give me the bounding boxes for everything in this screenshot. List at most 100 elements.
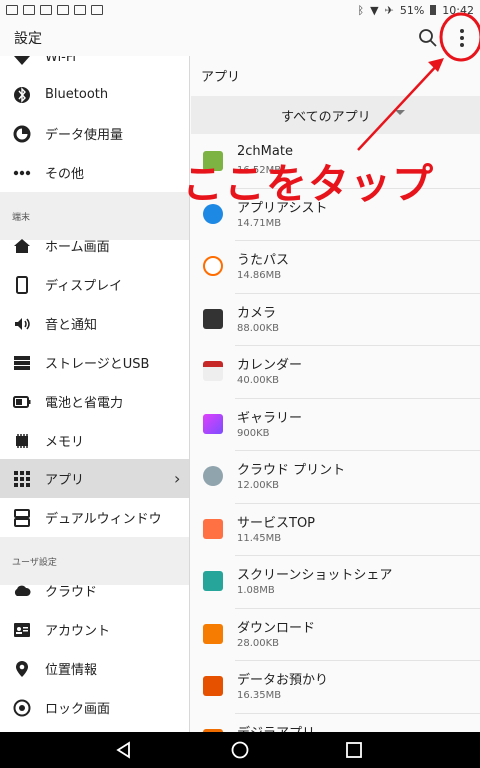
app-row[interactable]: カレンダー 40.00KB [191,346,480,399]
sidebar-item-sound[interactable]: 音と通知 [0,304,189,343]
app-name: カメラ [237,305,277,321]
app-size: 16.35MB [237,690,282,701]
cloud-icon [14,585,31,596]
bluetooth-icon [14,86,30,103]
screenshot-share-app-icon [203,571,223,591]
account-icon [14,622,30,637]
app-size: 12.00KB [237,480,280,491]
app-bar: 設定 [0,20,480,56]
filter-bar: すべてのアプリ [191,96,480,134]
sidebar-item-label: アカウント [45,624,111,639]
app-row[interactable]: うたパス 14.86MB [191,241,480,294]
lock-icon [13,699,31,716]
cloud-print-app-icon [203,466,223,486]
utapass-app-icon [203,256,223,276]
sim-notification-icon [57,5,69,15]
service-top-app-icon [203,518,223,539]
sidebar-item-label: メモリ [45,435,85,450]
recents-icon[interactable] [344,740,364,760]
camera-app-icon [203,308,223,329]
sidebar-item-label: その他 [45,167,85,182]
app-size: 900KB [237,427,270,439]
location-icon [16,660,28,677]
sidebar-item-label: 位置情報 [45,663,98,678]
app-filter-dropdown[interactable]: すべてのアプリ [281,102,401,128]
sidebar-item-label: Wi-Fi [45,56,77,65]
app-name: カレンダー [237,358,303,373]
battery-status-icon [430,5,437,15]
sidebar-item-label: クラウド [45,585,98,600]
printer-notification-icon [74,5,86,15]
filter-selected-value: すべてのアプリ [281,109,371,125]
panel-title: アプリ [201,70,241,85]
home-button-icon[interactable] [230,740,250,760]
sidebar-item-data-usage[interactable]: データ使用量 [0,114,189,153]
app-row[interactable]: サービスTOP 11.45MB [191,504,480,556]
battery-icon [13,395,31,408]
sidebar-item-label: ロック画面 [45,702,111,717]
wifi-icon [14,56,30,65]
photo-notification-icon [91,5,103,15]
sidebar-item-display[interactable]: ディスプレイ [0,265,189,304]
airplane-status-icon: ✈ [384,3,394,17]
gmail-notification-icon [40,5,52,15]
bluetooth-status-icon: ᛒ [357,3,365,17]
sidebar-item-bluetooth[interactable]: Bluetooth [0,75,189,114]
app-size: 11.45MB [237,532,282,544]
calendar-app-icon [203,361,223,381]
settings-sidebar: Wi-Fi Bluetooth データ使用量 その他 端末 ホーム画面 ディスプ… [0,56,190,732]
chevron-right-icon: › [174,469,181,488]
sidebar-item-location[interactable]: 位置情報 [0,649,189,688]
back-icon[interactable] [114,740,134,760]
app-size: 40.00KB [237,375,280,386]
home-icon [14,238,30,253]
sidebar-item-other[interactable]: その他 [0,153,189,192]
sidebar-item-label: データ使用量 [45,128,124,143]
page-title: 設定 [14,31,42,47]
app-row[interactable]: ダウンロード 28.00KB [191,609,480,661]
battery-percent: 51% [399,3,425,17]
section-label: ユーザ設定 [12,558,57,568]
sidebar-item-apps[interactable]: アプリ › [0,459,189,498]
sidebar-item-dual-window[interactable]: デュアルウィンドウ [0,498,189,537]
sidebar-item-storage[interactable]: ストレージとUSB [0,343,189,382]
app-row[interactable]: カメラ 88.00KB [191,294,480,346]
sidebar-item-home-screen[interactable]: ホーム画面 [0,226,189,265]
app-name: サービスTOP [237,515,316,531]
data-usage-icon [13,125,31,142]
display-icon [16,275,28,294]
system-icons: ᛒ ▼ ✈ 51% 10:42 [358,4,474,17]
notification-icons [6,5,103,15]
sidebar-item-label: Bluetooth [45,87,109,102]
dual-window-icon [14,508,30,527]
image-notification-icon [6,5,18,15]
app-name: うたパス [237,253,290,268]
sidebar-item-label: ホーム画面 [45,240,110,255]
app-name: デジラアプリ [237,722,315,733]
sidebar-item-wifi[interactable]: Wi-Fi [0,56,189,77]
more-icon [13,170,31,175]
sidebar-item-battery[interactable]: 電池と省電力 [0,382,189,421]
app-row[interactable]: データお預かり 16.35MB [191,661,480,714]
app-row[interactable]: クラウド プリント 12.00KB [191,451,480,504]
clock: 10:42 [442,3,474,17]
app-size: 1.08MB [237,585,275,596]
sidebar-item-lock-screen[interactable]: ロック画面 [0,688,189,727]
app-size: 14.71MB [237,217,282,229]
sidebar-item-label: 電池と省電力 [45,396,124,411]
app-row[interactable]: ギャラリー 900KB [191,399,480,451]
sidebar-item-label: デュアルウィンドウ [45,512,162,527]
app-row[interactable]: スクリーンショットシェア 1.08MB [191,556,480,609]
sidebar-item-memory[interactable]: メモリ [0,421,189,460]
wifi-status-icon: ▼ [370,3,379,17]
sidebar-item-account[interactable]: アカウント [0,610,189,649]
app-name: ダウンロード [237,620,316,636]
app-row[interactable]: デジラアプリ [191,714,480,733]
app-name: ギャラリー [237,410,303,426]
more-options-icon[interactable] [452,26,472,50]
mail-notification-icon [23,5,35,15]
sidebar-item-cloud[interactable]: クラウド [0,571,189,610]
search-icon[interactable] [418,28,438,48]
app-name: データお預かり [237,673,329,688]
app-size: 14.86MB [237,270,282,281]
